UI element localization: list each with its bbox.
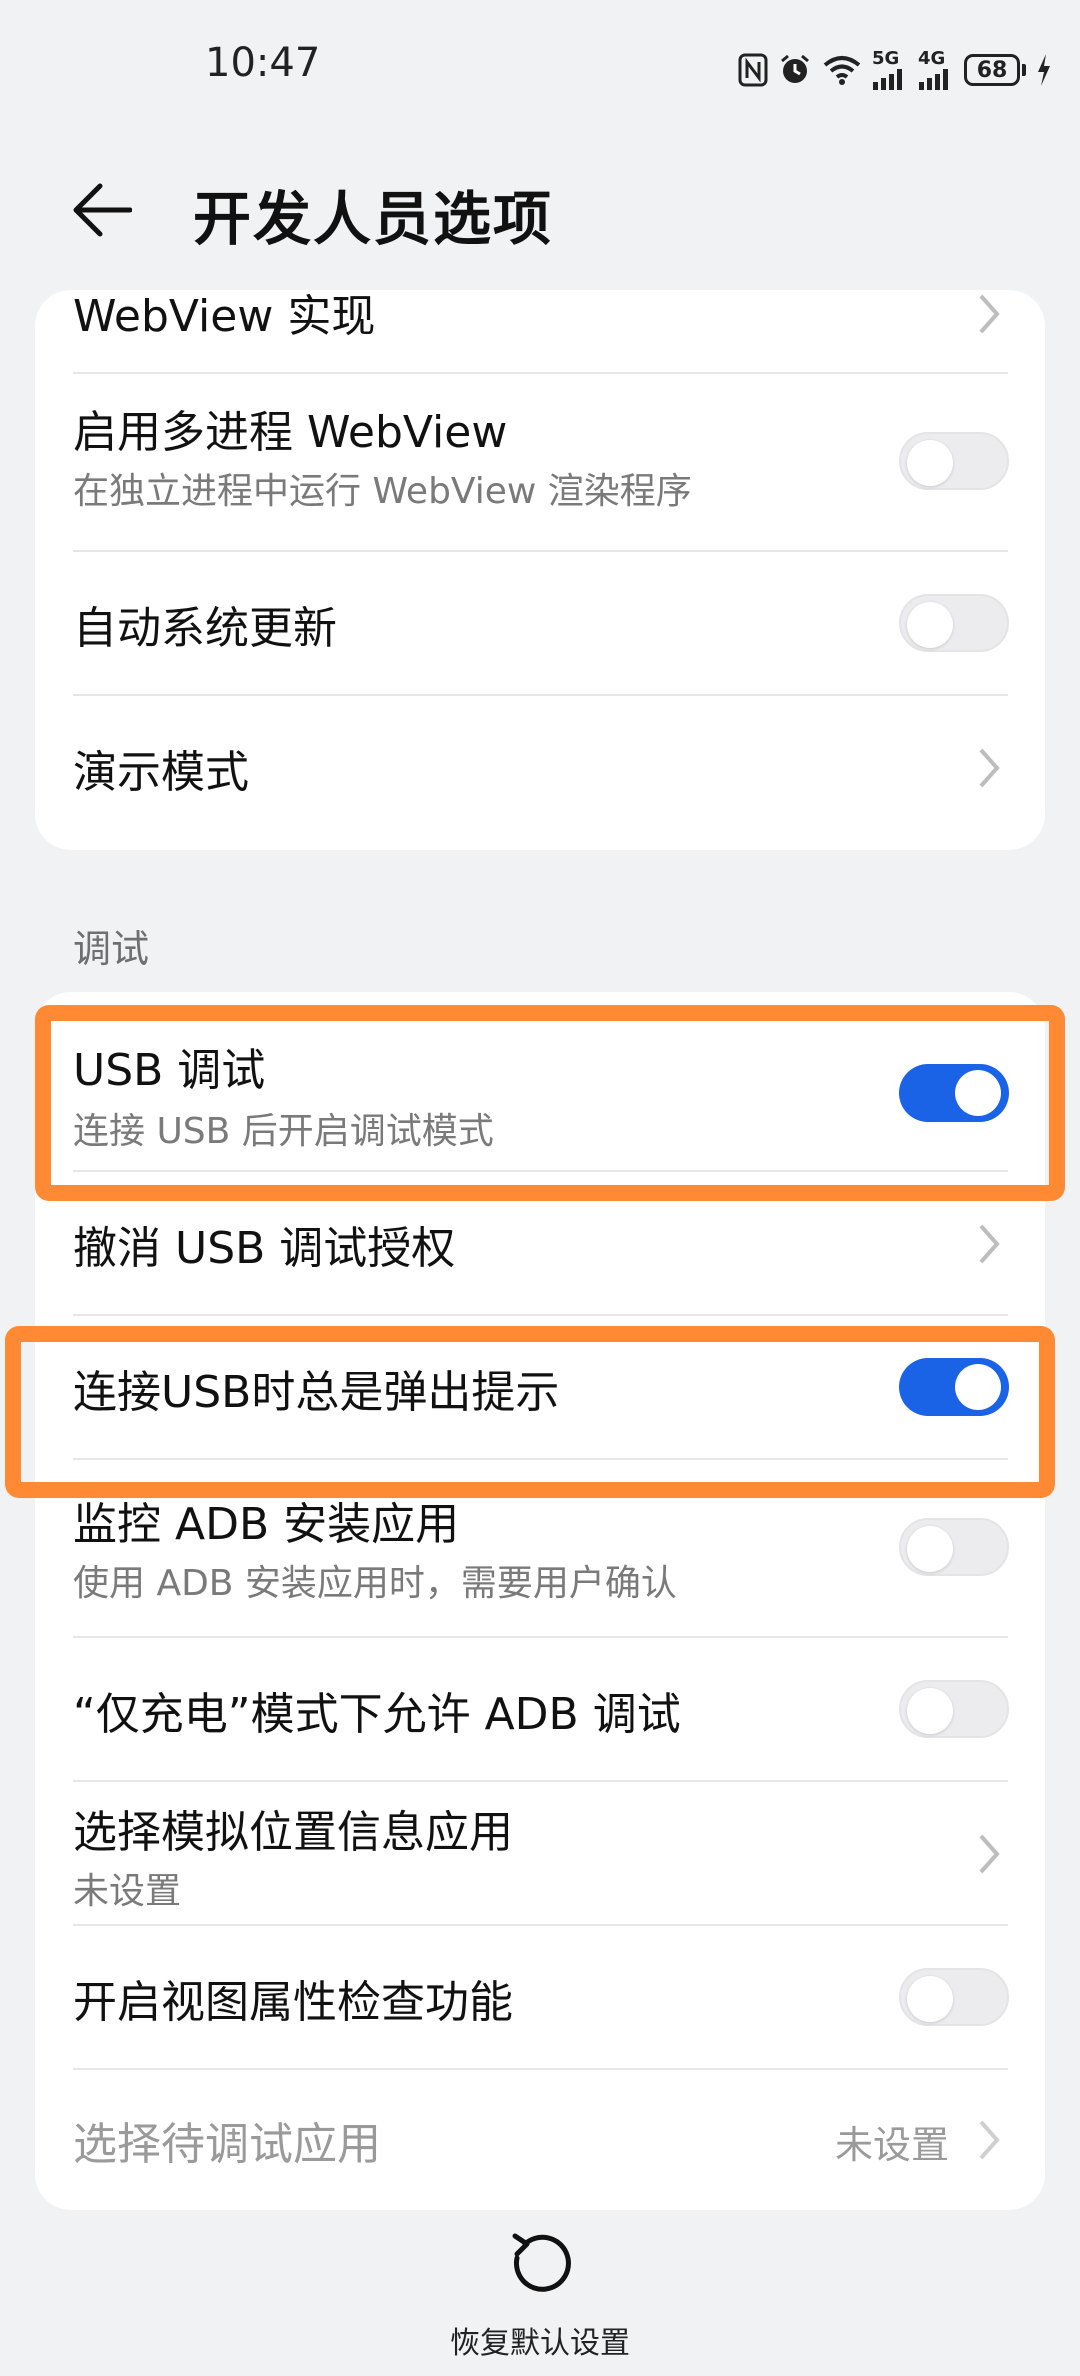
- signal-5g-icon: 5G: [872, 50, 908, 90]
- list-item-usb-connect-prompt[interactable]: 连接USB时总是弹出提示: [35, 1316, 1045, 1458]
- list-item-auto-system-update[interactable]: 自动系统更新: [35, 552, 1045, 694]
- battery-level: 68: [964, 54, 1020, 86]
- status-bar: 10:47 5G 4G 68: [0, 0, 1080, 130]
- status-icons: 5G 4G 68: [738, 48, 1052, 92]
- toggle-switch[interactable]: [899, 1968, 1009, 2026]
- list-item-multiprocess-webview[interactable]: 启用多进程 WebView 在独立进程中运行 WebView 渲染程序: [35, 374, 1045, 550]
- item-title: 监控 ADB 安装应用: [73, 1499, 460, 1550]
- list-item-view-attribute-inspection[interactable]: 开启视图属性检查功能: [35, 1926, 1045, 2068]
- back-arrow-icon: [73, 183, 132, 237]
- item-subtitle: 使用 ADB 安装应用时，需要用户确认: [73, 1563, 677, 1604]
- list-item-mock-location-app[interactable]: 选择模拟位置信息应用 未设置: [35, 1782, 1045, 1924]
- item-title: 选择待调试应用: [73, 2119, 381, 2170]
- item-title: 演示模式: [73, 747, 249, 798]
- item-title: 自动系统更新: [73, 603, 337, 654]
- battery-icon: 68: [964, 54, 1026, 86]
- list-item-revoke-usb-auth[interactable]: 撤消 USB 调试授权: [35, 1172, 1045, 1314]
- status-time: 10:47: [205, 40, 321, 86]
- app-header: 开发人员选项: [0, 150, 1080, 270]
- item-subtitle: 未设置: [73, 1871, 182, 1912]
- list-item-demo-mode[interactable]: 演示模式: [35, 696, 1045, 838]
- alarm-icon: [778, 53, 812, 87]
- item-subtitle: 连接 USB 后开启调试模式: [73, 1111, 494, 1152]
- item-title: 选择模拟位置信息应用: [73, 1807, 513, 1858]
- toggle-switch[interactable]: [899, 1358, 1009, 1416]
- list-item-adb-charge-only[interactable]: “仅充电”模式下允许 ADB 调试: [35, 1638, 1045, 1780]
- settings-card-debug: USB 调试 连接 USB 后开启调试模式 撤消 USB 调试授权 连接USB时…: [35, 992, 1045, 2210]
- back-button[interactable]: [70, 175, 150, 245]
- list-item-webview-impl[interactable]: WebView 实现: [35, 290, 1045, 370]
- chevron-right-icon: [979, 748, 1000, 788]
- item-subtitle: 在独立进程中运行 WebView 渲染程序: [73, 471, 692, 512]
- item-title: “仅充电”模式下允许 ADB 调试: [73, 1689, 681, 1740]
- item-title: 开启视图属性检查功能: [73, 1977, 513, 2028]
- toggle-switch[interactable]: [899, 1064, 1009, 1122]
- chevron-right-icon: [979, 1834, 1000, 1874]
- chevron-right-icon: [979, 2120, 1000, 2160]
- network-4g-label: 4G: [918, 48, 946, 69]
- wifi-icon: [822, 54, 862, 86]
- item-title: 连接USB时总是弹出提示: [73, 1367, 560, 1418]
- chevron-right-icon: [979, 1224, 1000, 1264]
- settings-card-top: WebView 实现 启用多进程 WebView 在独立进程中运行 WebVie…: [35, 290, 1045, 850]
- restore-icon: [512, 2233, 571, 2292]
- list-item-usb-debugging[interactable]: USB 调试 连接 USB 后开启调试模式: [35, 992, 1045, 1170]
- toggle-switch[interactable]: [899, 432, 1009, 490]
- list-item-select-debug-app[interactable]: 选择待调试应用 未设置: [35, 2070, 1045, 2210]
- toggle-switch[interactable]: [899, 594, 1009, 652]
- restore-defaults-button[interactable]: 恢复默认设置: [0, 2230, 1080, 2376]
- item-title: USB 调试: [73, 1045, 266, 1096]
- item-title: WebView 实现: [73, 291, 376, 342]
- toggle-switch[interactable]: [899, 1680, 1009, 1738]
- page-title: 开发人员选项: [193, 185, 554, 253]
- toggle-switch[interactable]: [899, 1518, 1009, 1576]
- item-title: 启用多进程 WebView: [73, 407, 508, 458]
- item-title: 撤消 USB 调试授权: [73, 1223, 456, 1274]
- network-5g-label: 5G: [872, 48, 900, 69]
- item-value: 未设置: [835, 2123, 950, 2167]
- nfc-icon: [738, 53, 768, 87]
- section-label-debug: 调试: [73, 927, 150, 971]
- signal-4g-icon: 4G: [918, 50, 954, 90]
- restore-defaults-label: 恢复默认设置: [450, 2326, 630, 2361]
- chevron-right-icon: [979, 294, 1000, 334]
- list-item-monitor-adb-install[interactable]: 监控 ADB 安装应用 使用 ADB 安装应用时，需要用户确认: [35, 1460, 1045, 1636]
- charging-icon: [1036, 53, 1052, 87]
